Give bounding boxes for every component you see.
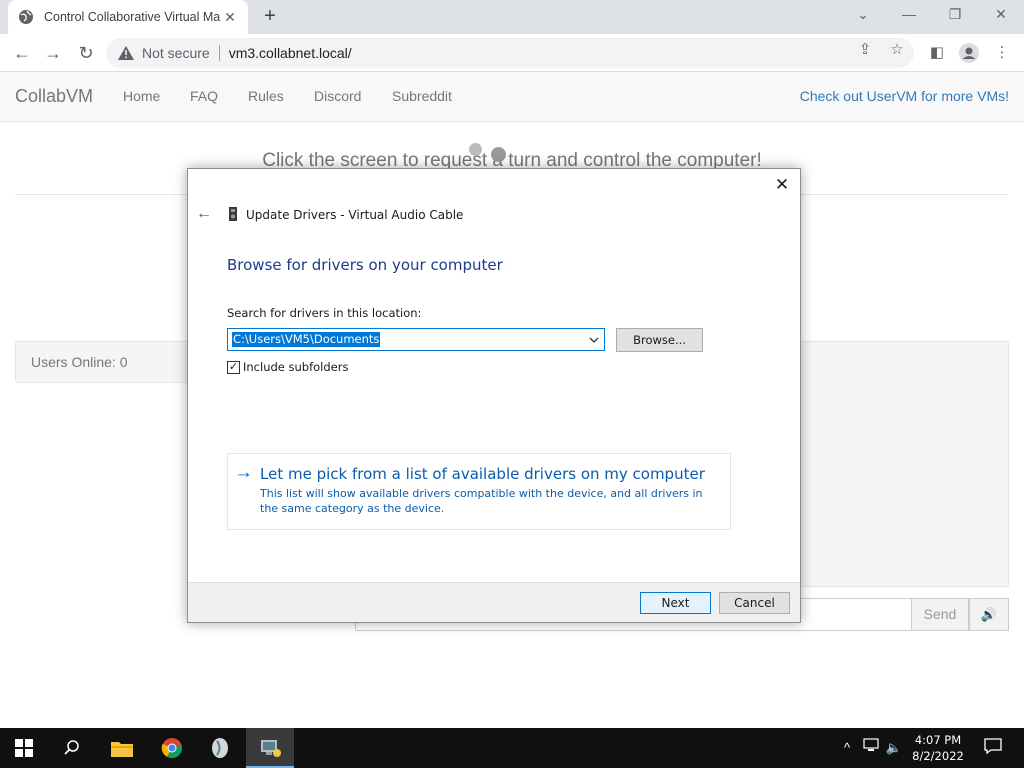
browse-button[interactable]: Browse... xyxy=(616,328,703,352)
clock-date: 8/2/2022 xyxy=(912,749,964,763)
start-icon[interactable] xyxy=(0,728,48,768)
next-button[interactable]: Next xyxy=(640,592,711,614)
loading-spinner-dot xyxy=(469,143,482,156)
share-icon[interactable]: ⇪ xyxy=(856,41,874,59)
side-panel-icon[interactable]: ◧ xyxy=(927,43,947,63)
browser-toolbar: ← → ↻ Not secure vm3.collabnet.local/ ⇪ … xyxy=(0,34,1024,72)
forward-icon[interactable]: → xyxy=(40,40,66,66)
clock-time: 4:07 PM xyxy=(914,733,962,747)
tab-title: Control Collaborative Virtual Ma xyxy=(44,10,221,24)
globe-icon xyxy=(19,10,33,24)
nav-faq[interactable]: FAQ xyxy=(190,88,218,104)
back-icon[interactable]: ← xyxy=(9,40,35,66)
browser-tab-strip: Control Collaborative Virtual Ma ✕ + ⌄ —… xyxy=(0,0,1024,34)
include-subfolders-label[interactable]: Include subfolders xyxy=(243,360,348,374)
dialog-footer: Next Cancel xyxy=(188,582,800,622)
dialog-heading: Browse for drivers on your computer xyxy=(227,256,503,274)
new-tab-button[interactable]: + xyxy=(258,5,282,29)
loading-spinner-dot xyxy=(491,147,506,162)
volume-icon[interactable]: 🔈 xyxy=(885,738,903,758)
tab-close-icon[interactable]: ✕ xyxy=(222,9,238,25)
nav-subreddit[interactable]: Subreddit xyxy=(392,88,452,104)
chevron-up-icon[interactable]: ^ xyxy=(838,738,856,758)
network-icon[interactable] xyxy=(862,738,880,758)
chevron-down-icon[interactable] xyxy=(588,333,600,347)
users-online-panel: Users Online: 0 xyxy=(15,341,195,383)
taskbar-clock[interactable]: 4:07 PM 8/2/2022 xyxy=(906,732,970,764)
app-icon[interactable] xyxy=(196,728,244,768)
device-manager-icon[interactable] xyxy=(246,728,294,768)
chrome-icon[interactable] xyxy=(148,728,196,768)
minimize-button[interactable]: — xyxy=(886,0,932,30)
menu-kebab-icon[interactable]: ⋮ xyxy=(992,43,1012,63)
users-online-text: Users Online: 0 xyxy=(31,354,128,370)
pick-from-list-description: This list will show available drivers co… xyxy=(260,487,703,515)
restore-button[interactable]: ❐ xyxy=(932,0,978,30)
address-bar[interactable]: Not secure vm3.collabnet.local/ xyxy=(106,38,914,68)
nav-uservm-link[interactable]: Check out UserVM for more VMs! xyxy=(800,88,1009,104)
pick-from-list-option[interactable]: → Let me pick from a list of available d… xyxy=(227,453,731,530)
notification-icon[interactable] xyxy=(983,738,1003,758)
reload-icon[interactable]: ↻ xyxy=(73,40,99,66)
arrow-right-icon: → xyxy=(234,462,253,483)
warning-icon xyxy=(118,46,134,60)
profile-avatar-icon[interactable] xyxy=(959,43,979,63)
volume-icon[interactable]: 🔊 xyxy=(969,598,1009,631)
browser-tab[interactable]: Control Collaborative Virtual Ma ✕ xyxy=(8,0,248,34)
pick-from-list-title[interactable]: Let me pick from a list of available dri… xyxy=(260,465,705,483)
omnibox-separator xyxy=(218,45,220,61)
send-button[interactable]: Send xyxy=(911,598,969,631)
bookmark-star-icon[interactable]: ☆ xyxy=(888,41,906,59)
nav-home[interactable]: Home xyxy=(123,88,160,104)
nav-rules[interactable]: Rules xyxy=(248,88,284,104)
search-location-label: Search for drivers in this location: xyxy=(227,306,422,320)
chat-panel xyxy=(790,341,1009,587)
update-drivers-dialog: ✕ ← Update Drivers - Virtual Audio Cable… xyxy=(187,168,801,623)
audio-device-icon xyxy=(229,207,237,221)
site-navbar: CollabVM Home FAQ Rules Discord Subreddi… xyxy=(0,72,1024,122)
tab-search-icon[interactable]: ⌄ xyxy=(840,0,886,30)
dialog-title: Update Drivers - Virtual Audio Cable xyxy=(246,208,464,222)
include-subfolders-checkbox[interactable]: ✓ xyxy=(227,361,240,374)
driver-path-value[interactable]: C:\Users\VM5\Documents xyxy=(232,332,381,347)
dialog-back-icon[interactable]: ← xyxy=(196,206,212,222)
close-window-button[interactable]: ✕ xyxy=(978,0,1024,30)
cancel-button[interactable]: Cancel xyxy=(719,592,790,614)
search-icon[interactable] xyxy=(48,728,96,768)
driver-path-combobox[interactable]: C:\Users\VM5\Documents xyxy=(227,328,605,351)
site-brand[interactable]: CollabVM xyxy=(15,86,93,107)
file-explorer-icon[interactable] xyxy=(98,728,146,768)
security-label[interactable]: Not secure xyxy=(142,45,210,61)
nav-discord[interactable]: Discord xyxy=(314,88,361,104)
windows-taskbar: ^ 🔈 4:07 PM 8/2/2022 xyxy=(0,728,1024,768)
dialog-close-icon[interactable]: ✕ xyxy=(770,175,794,195)
url-text[interactable]: vm3.collabnet.local/ xyxy=(229,45,352,61)
